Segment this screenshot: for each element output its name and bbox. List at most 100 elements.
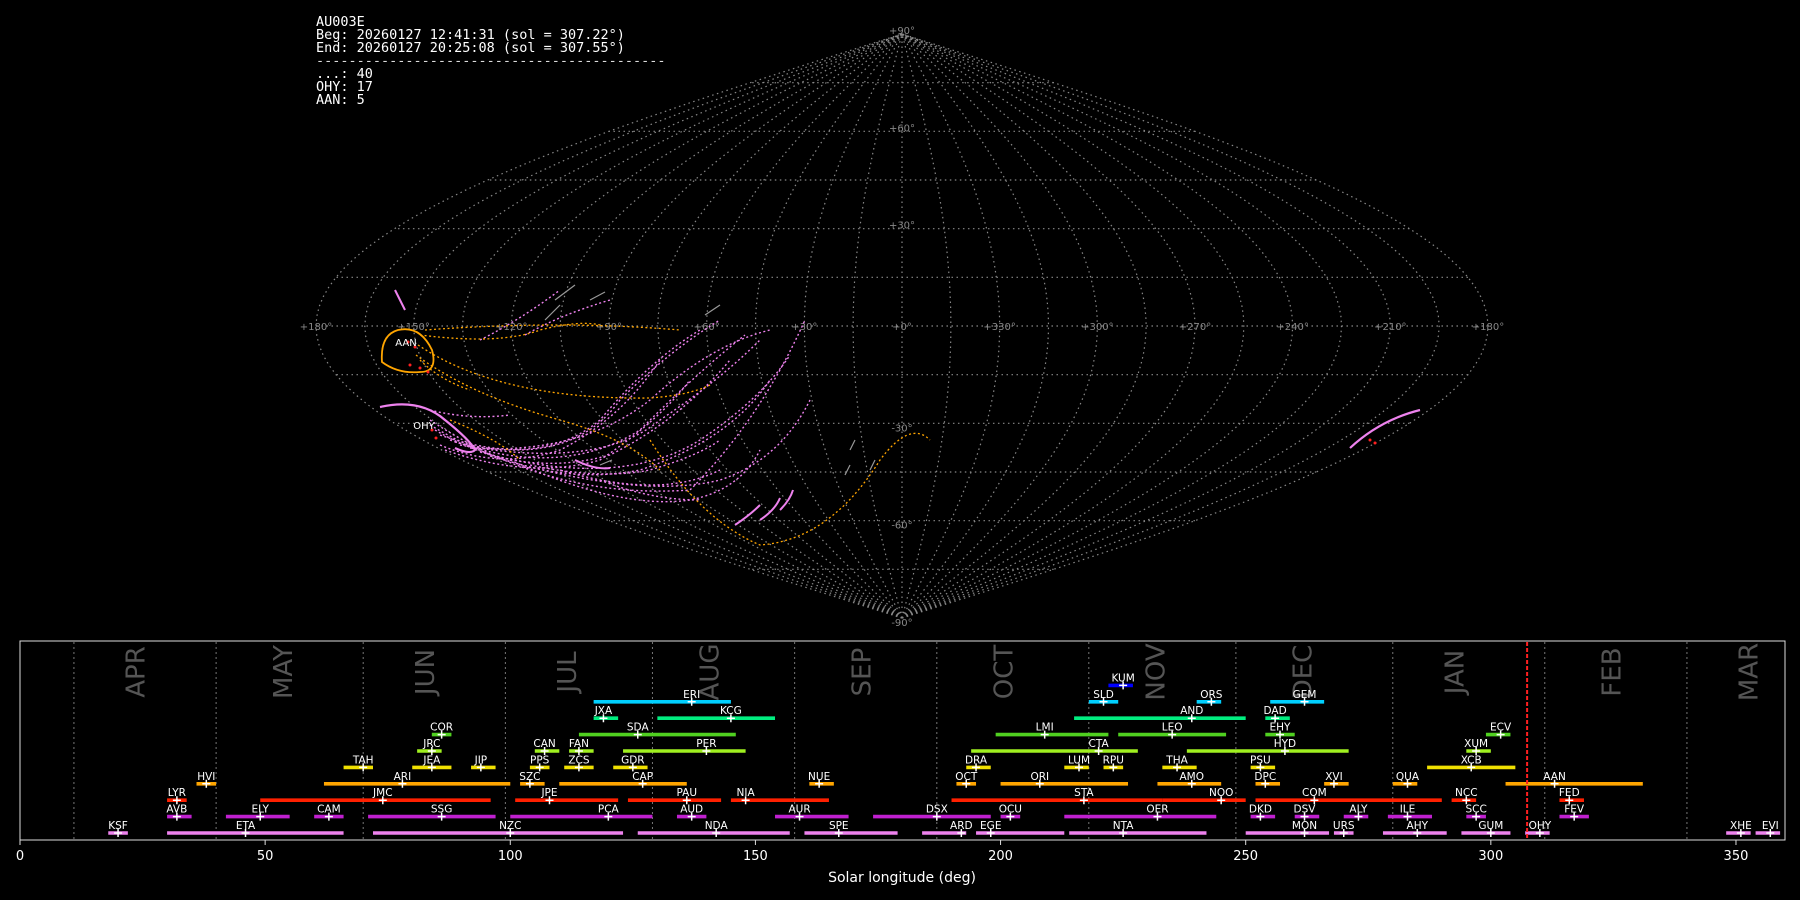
shower-label-cta: CTA	[1089, 738, 1110, 750]
shower-label-ahy: AHY	[1407, 820, 1429, 832]
lat-label: +60°	[889, 123, 915, 134]
x-tick-label: 150	[743, 849, 768, 864]
shower-label-pau: PAU	[677, 787, 698, 799]
shower-label-hvi: HVI	[197, 771, 215, 783]
sporadic-track	[439, 329, 701, 451]
month-label-may: MAY	[269, 645, 299, 699]
lat-label: +30°	[889, 221, 915, 232]
shower-label-ile: ILE	[1400, 804, 1416, 816]
x-tick-label: 350	[1724, 849, 1749, 864]
shower-label-aur: AUR	[788, 804, 810, 816]
sky-map: +90°+60°+30°-30°-60°-90°+180° +150° +120° +…	[300, 26, 1504, 629]
shower-label-kcg: KCG	[720, 705, 742, 717]
shower-label-dra: DRA	[965, 754, 988, 766]
shower-label-fed: FED	[1559, 787, 1580, 799]
short-track	[544, 304, 561, 321]
shower-label-dkd: DKD	[1249, 804, 1272, 816]
shower-label-jxa: JXA	[594, 705, 613, 717]
shower-label-ard: ARD	[950, 820, 973, 832]
shower-label-eri: ERI	[683, 689, 700, 701]
shower-label-jip: JIP	[474, 754, 488, 766]
aan-track	[649, 432, 931, 546]
shower-label-jmc: JMC	[372, 787, 393, 799]
x-tick-label: 200	[988, 849, 1013, 864]
shower-label-and: AND	[1180, 705, 1203, 717]
shower-label-com: COM	[1302, 787, 1327, 799]
shower-timeline-chart: APR MAY JUN JUL AUG SEP OCT NOV DEC JAN FEB MAR KUM…	[16, 640, 1786, 886]
lon-label: +240°	[1276, 322, 1308, 333]
month-label-nov: NOV	[1141, 643, 1171, 700]
shower-label-dsv: DSV	[1294, 804, 1317, 816]
lon-label: +210°	[1374, 322, 1406, 333]
shower-label-psu: PSU	[1250, 754, 1271, 766]
count-ohy: OHY: 17	[316, 79, 373, 95]
observation-info: AU003E Beg: 20260127 12:41:31 (sol = 307.…	[316, 15, 666, 108]
sporadic-track	[444, 379, 691, 469]
shower-label-scc: SCC	[1465, 804, 1486, 816]
lat-label: +90°	[889, 26, 915, 37]
lat-label: -90°	[891, 618, 912, 629]
shower-label-leo: LEO	[1162, 722, 1183, 734]
shower-label-lum: LUM	[1068, 754, 1090, 766]
shower-label-urs: URS	[1333, 820, 1355, 832]
shower-label-jpe: JPE	[540, 787, 557, 799]
shower-label-ocu: OCU	[999, 804, 1022, 816]
shower-label-gdr: GDR	[621, 754, 645, 766]
lon-label: +330°	[983, 322, 1015, 333]
shower-label-ege: EGE	[980, 820, 1001, 832]
shower-counts: ...: 40 OHY: 17 AAN: 5	[316, 67, 666, 108]
shower-label-gum: GUM	[1478, 820, 1503, 832]
shower-label-sta: STA	[1074, 787, 1094, 799]
shower-label-lyr: LYR	[168, 787, 186, 799]
radiant-hit	[408, 363, 412, 367]
radiant-hit	[434, 436, 438, 440]
shower-label-nda: NDA	[705, 820, 729, 832]
shower-label-xvi: XVI	[1325, 771, 1342, 783]
lon-label: +60°	[694, 322, 720, 333]
shower-label-gem: GEM	[1293, 689, 1317, 701]
x-tick-label: 50	[257, 849, 274, 864]
grid-meridian	[901, 33, 1196, 619]
month-label-sep: SEP	[847, 648, 877, 697]
shower-label-ors: ORS	[1200, 689, 1223, 701]
shower-label-dad: DAD	[1264, 705, 1287, 717]
shower-label-xhe: XHE	[1730, 820, 1752, 832]
wrapped-track	[1349, 408, 1421, 449]
shower-label-ssg: SSG	[431, 804, 452, 816]
shower-label-dpc: DPC	[1254, 771, 1276, 783]
lon-label: +180°	[300, 322, 332, 333]
x-tick-label: 250	[1233, 849, 1258, 864]
lon-label: +270°	[1179, 322, 1211, 333]
radiant-label-aan: AAN	[395, 338, 416, 349]
count-aan: AAN: 5	[316, 92, 365, 108]
x-tick-label: 300	[1478, 849, 1503, 864]
short-track	[849, 439, 856, 451]
shower-label-ori: ORI	[1030, 771, 1049, 783]
shower-label-zcs: ZCS	[568, 754, 590, 766]
sporadic-track	[429, 409, 511, 418]
shower-label-nzc: NZC	[499, 820, 521, 832]
sporadic-track	[469, 329, 771, 450]
shower-label-ari: ARI	[394, 771, 412, 783]
shower-label-ksf: KSF	[108, 820, 128, 832]
shower-label-fan: FAN	[569, 738, 589, 750]
radiant-hit	[1373, 441, 1377, 445]
radiant-hit	[426, 370, 430, 374]
shower-label-sld: SLD	[1093, 689, 1114, 701]
shower-label-jea: JEA	[422, 754, 441, 766]
shower-label-evi: EVI	[1762, 820, 1779, 832]
month-label-oct: OCT	[989, 645, 1019, 700]
shower-label-dsx: DSX	[926, 804, 948, 816]
lon-label: +90°	[596, 322, 622, 333]
shower-label-eta: ETA	[236, 820, 256, 832]
shower-label-tha: THA	[1165, 754, 1188, 766]
lat-label: -30°	[891, 423, 912, 434]
shower-label-nta: NTA	[1113, 820, 1134, 832]
short-track	[844, 464, 851, 476]
shower-label-pca: PCA	[598, 804, 620, 816]
shower-label-mon: MON	[1292, 820, 1317, 832]
shower-label-xcb: XCB	[1461, 754, 1482, 766]
shower-label-ohy: OHY	[1529, 820, 1552, 832]
shower-label-qua: QUA	[1396, 771, 1420, 783]
shower-label-nue: NUE	[808, 771, 830, 783]
